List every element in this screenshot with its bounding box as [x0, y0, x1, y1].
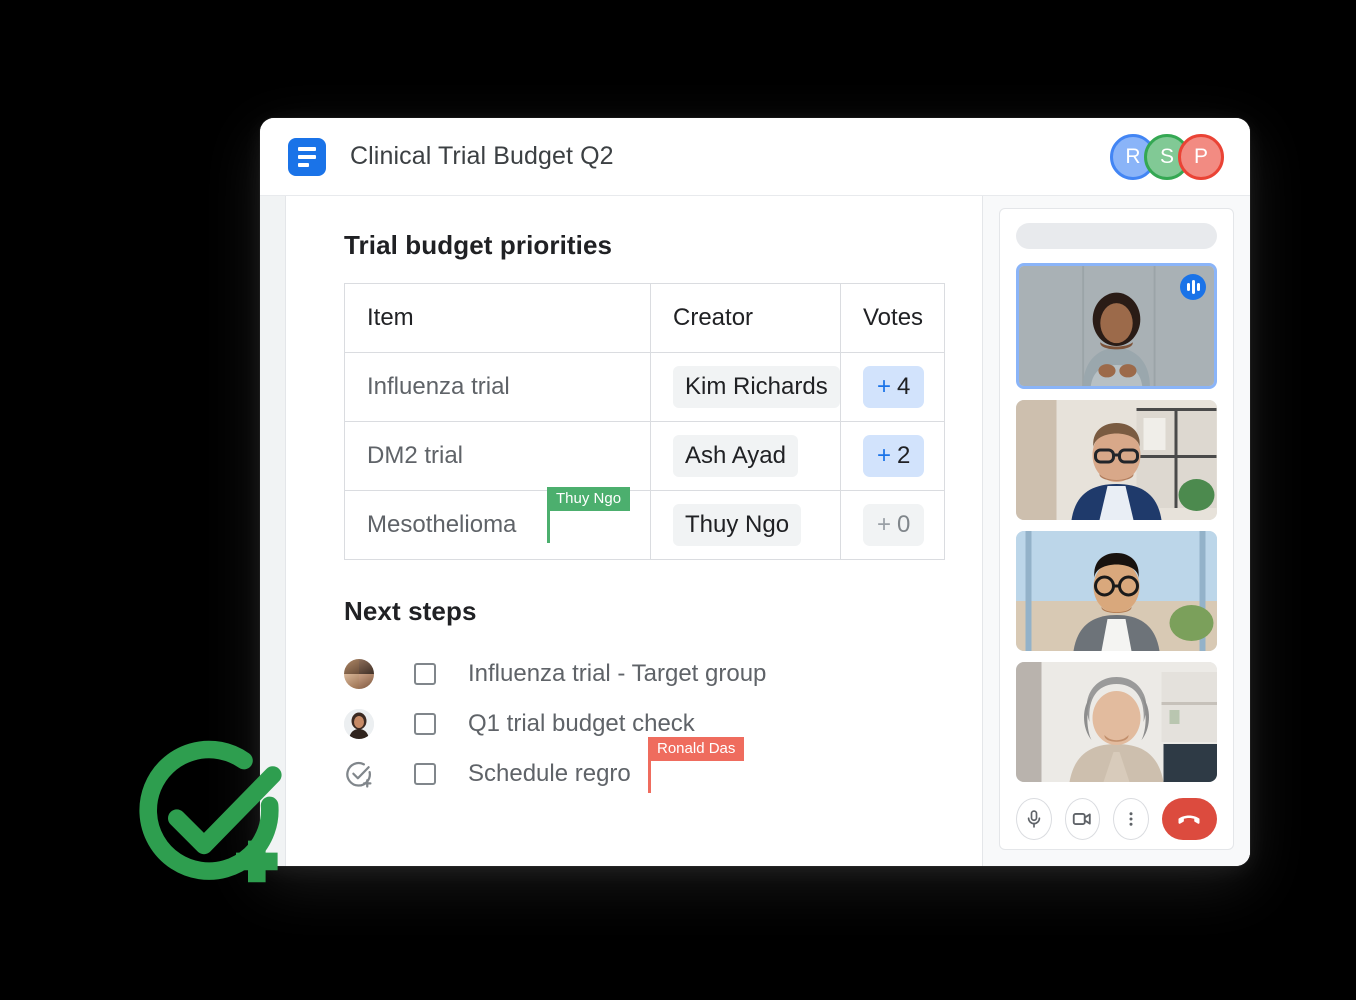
window-body: Trial budget priorities Item Creator Vot… — [260, 196, 1250, 866]
call-controls — [1016, 782, 1217, 840]
cell-item[interactable]: DM2 trial — [344, 421, 651, 491]
titlebar: Clinical Trial Budget Q2 R S P — [260, 118, 1250, 196]
cursor-caret — [547, 507, 550, 543]
task-checkbox[interactable] — [414, 713, 436, 735]
table-row: Mesothelioma Thuy Ngo Thuy Ngo +0 — [344, 487, 945, 560]
more-options-button[interactable] — [1113, 798, 1149, 840]
group-avatar — [344, 659, 374, 689]
cell-votes: +4 — [840, 352, 945, 422]
vote-count: 0 — [897, 511, 911, 538]
table-row: DM2 trial Ash Ayad +2 — [344, 421, 945, 491]
three-dots-icon — [1129, 812, 1133, 826]
participant-tile-2[interactable] — [1016, 400, 1217, 520]
collaborator-cursor-thuy-ngo: Thuy Ngo — [547, 487, 631, 543]
cell-item[interactable]: Influenza trial — [344, 352, 651, 422]
cell-creator: Ash Ayad — [650, 421, 841, 491]
collaborator-cursor-ronald-das: Ronald Das — [648, 737, 745, 793]
list-item[interactable]: Schedule regro Ronald Das — [344, 737, 940, 799]
participant-tiles — [1016, 263, 1217, 782]
avatar-face-3 — [344, 674, 359, 689]
participant-tile-4[interactable] — [1016, 662, 1217, 782]
cell-item-text: Mesothelioma — [367, 511, 517, 538]
task-label: Schedule regro Ronald Das — [468, 737, 745, 793]
task-checkbox[interactable] — [414, 763, 436, 785]
microphone-icon — [1027, 810, 1041, 828]
task-assignee-avatar[interactable] — [344, 709, 374, 739]
participant-video-4 — [1016, 662, 1217, 782]
cell-creator: Kim Richards — [650, 352, 841, 422]
document-canvas[interactable]: Trial budget priorities Item Creator Vot… — [286, 196, 982, 866]
avatar-face-2 — [359, 659, 374, 674]
table-row: Influenza trial Kim Richards +4 — [344, 352, 945, 422]
vote-count: 4 — [897, 373, 911, 400]
list-item[interactable]: Q1 trial budget check — [344, 699, 940, 749]
person-chip[interactable]: Thuy Ngo — [673, 504, 802, 546]
collaborator-avatar-stack: R S P — [1110, 133, 1224, 180]
video-camera-icon — [1073, 813, 1092, 825]
avatar-face-1 — [344, 659, 359, 674]
table-header-row: Item Creator Votes — [344, 283, 945, 353]
cell-item[interactable]: Mesothelioma Thuy Ngo — [344, 487, 651, 560]
cursor-label: Thuy Ngo — [547, 487, 631, 511]
end-call-button[interactable] — [1161, 798, 1217, 840]
task-label: Influenza trial - Target group — [468, 660, 767, 687]
column-header-item: Item — [344, 283, 651, 353]
page-title: Trial budget priorities — [344, 230, 613, 260]
docs-icon-line-1 — [298, 146, 316, 151]
cursor-label: Ronald Das — [648, 737, 745, 761]
task-label-text: Schedule regro — [468, 760, 631, 787]
plus-icon: + — [877, 373, 892, 400]
avatar-face-4 — [359, 674, 374, 689]
avatar-p[interactable]: P — [1178, 133, 1224, 180]
plus-icon: + — [877, 511, 892, 538]
docs-icon[interactable] — [288, 137, 326, 176]
speaking-indicator-icon — [1180, 274, 1206, 300]
participant-video-3 — [1016, 531, 1217, 651]
person-chip[interactable]: Kim Richards — [673, 366, 840, 408]
call-card — [999, 208, 1234, 850]
assign-task-button[interactable] — [344, 759, 374, 789]
cell-votes: +0 — [840, 490, 945, 560]
cell-votes: +2 — [840, 421, 945, 491]
task-label: Q1 trial budget check — [468, 710, 695, 737]
column-header-creator: Creator — [650, 283, 841, 353]
list-item[interactable]: Influenza trial - Target group — [344, 649, 940, 699]
task-assignees-avatar-group[interactable] — [344, 659, 374, 689]
document-title[interactable]: Clinical Trial Budget Q2 — [350, 142, 614, 171]
speak-bar-3 — [1196, 283, 1200, 291]
person-chip[interactable]: Ash Ayad — [673, 435, 798, 477]
participant-tile-1[interactable] — [1016, 263, 1217, 389]
avatar-face-icon — [344, 709, 374, 739]
microphone-button[interactable] — [1016, 798, 1052, 840]
plus-icon: + — [877, 442, 892, 469]
phone-hangup-icon — [1178, 815, 1200, 824]
single-avatar — [344, 709, 374, 739]
video-call-panel — [982, 196, 1250, 866]
cursor-caret — [648, 757, 651, 793]
call-title-placeholder — [1016, 223, 1217, 249]
participant-tile-3[interactable] — [1016, 531, 1217, 651]
speak-bar-2 — [1191, 280, 1195, 294]
vote-chip[interactable]: +0 — [863, 504, 925, 546]
next-steps-title: Next steps — [344, 596, 477, 626]
column-header-votes: Votes — [840, 283, 945, 353]
priorities-table: Item Creator Votes Influenza trial Kim R… — [344, 283, 945, 560]
speak-bar-1 — [1186, 283, 1190, 291]
cell-creator: Thuy Ngo — [650, 490, 841, 560]
assign-task-icon — [346, 761, 372, 788]
vote-chip[interactable]: +4 — [863, 366, 925, 408]
docs-icon-line-2 — [298, 154, 316, 159]
vote-chip[interactable]: +2 — [863, 435, 925, 477]
logo-plus — [236, 840, 278, 883]
vote-count: 2 — [897, 442, 911, 469]
app-window: Clinical Trial Budget Q2 R S P Trial bud… — [260, 118, 1250, 866]
tasks-check-plus-logo — [139, 740, 282, 883]
docs-icon-line-3 — [298, 162, 309, 167]
task-checkbox[interactable] — [414, 663, 436, 685]
participant-video-2 — [1016, 400, 1217, 520]
camera-button[interactable] — [1064, 798, 1101, 840]
